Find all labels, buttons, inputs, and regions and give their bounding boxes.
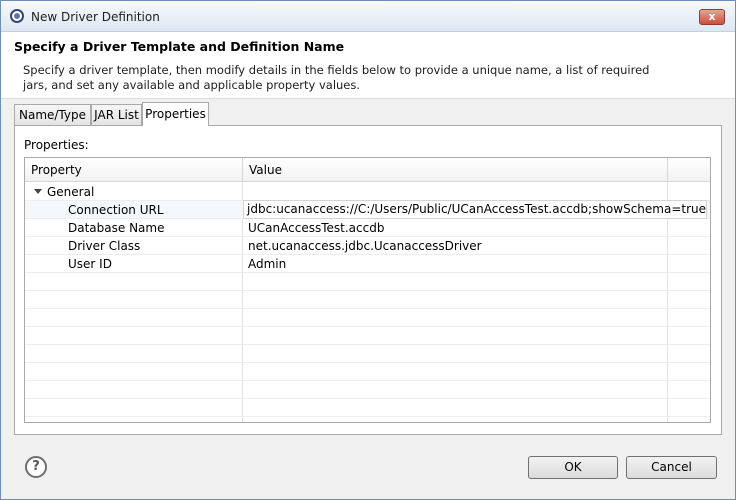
property-name: Connection URL [68, 203, 164, 217]
empty-row [25, 381, 710, 399]
properties-label: Properties: [24, 138, 89, 152]
property-value: jdbc:ucanaccess://C:/Users/Public/UCanAc… [247, 202, 707, 216]
title-bar[interactable]: New Driver Definition x [1, 1, 735, 32]
properties-tab-panel: Properties: Property Value General Conne… [14, 125, 722, 435]
dialog-header: Specify a Driver Template and Definition… [1, 32, 735, 99]
property-value[interactable]: net.ucanaccess.jdbc.UcanaccessDriver [248, 237, 482, 255]
close-button[interactable]: x [699, 9, 725, 25]
tab-jar-list[interactable]: JAR List [91, 104, 142, 125]
group-row-general[interactable]: General [25, 183, 710, 201]
table-row[interactable]: Driver Class net.ucanaccess.jdbc.Ucanacc… [25, 237, 710, 255]
window-title: New Driver Definition [31, 10, 160, 24]
cancel-button[interactable]: Cancel [626, 456, 717, 479]
column-header-filler [668, 158, 710, 182]
tab-name-type[interactable]: Name/Type [14, 104, 91, 125]
question-mark-icon[interactable]: ? [25, 456, 47, 478]
connection-url-input[interactable]: jdbc:ucanaccess://C:/Users/Public/UCanAc… [243, 200, 707, 219]
ok-button[interactable]: OK [528, 456, 618, 479]
table-row[interactable]: Database Name UCanAccessTest.accdb [25, 219, 710, 237]
property-name: Driver Class [68, 239, 141, 253]
property-name: Database Name [68, 221, 165, 235]
empty-row [25, 327, 710, 345]
tab-properties[interactable]: Properties [142, 102, 209, 126]
dialog-window: New Driver Definition x Specify a Driver… [0, 0, 736, 500]
header-description: Specify a driver template, then modify d… [23, 63, 650, 92]
empty-row [25, 309, 710, 327]
table-row[interactable]: Connection URL jdbc:ucanaccess://C:/User… [25, 200, 710, 219]
property-value[interactable]: Admin [248, 255, 286, 273]
empty-row [25, 345, 710, 363]
empty-row [25, 273, 710, 291]
empty-row [25, 291, 710, 309]
property-name: User ID [68, 257, 112, 271]
column-header-value[interactable]: Value [243, 158, 668, 182]
table-row[interactable]: User ID Admin [25, 255, 710, 273]
eclipse-icon [10, 9, 24, 23]
collapse-arrow-icon[interactable] [34, 189, 42, 194]
properties-table[interactable]: Property Value General Connection URL jd… [24, 157, 711, 423]
empty-row [25, 399, 710, 417]
header-title: Specify a Driver Template and Definition… [14, 39, 345, 54]
group-label: General [47, 185, 95, 199]
column-header-property[interactable]: Property [25, 158, 243, 182]
empty-row [25, 363, 710, 381]
property-value[interactable]: UCanAccessTest.accdb [248, 219, 384, 237]
